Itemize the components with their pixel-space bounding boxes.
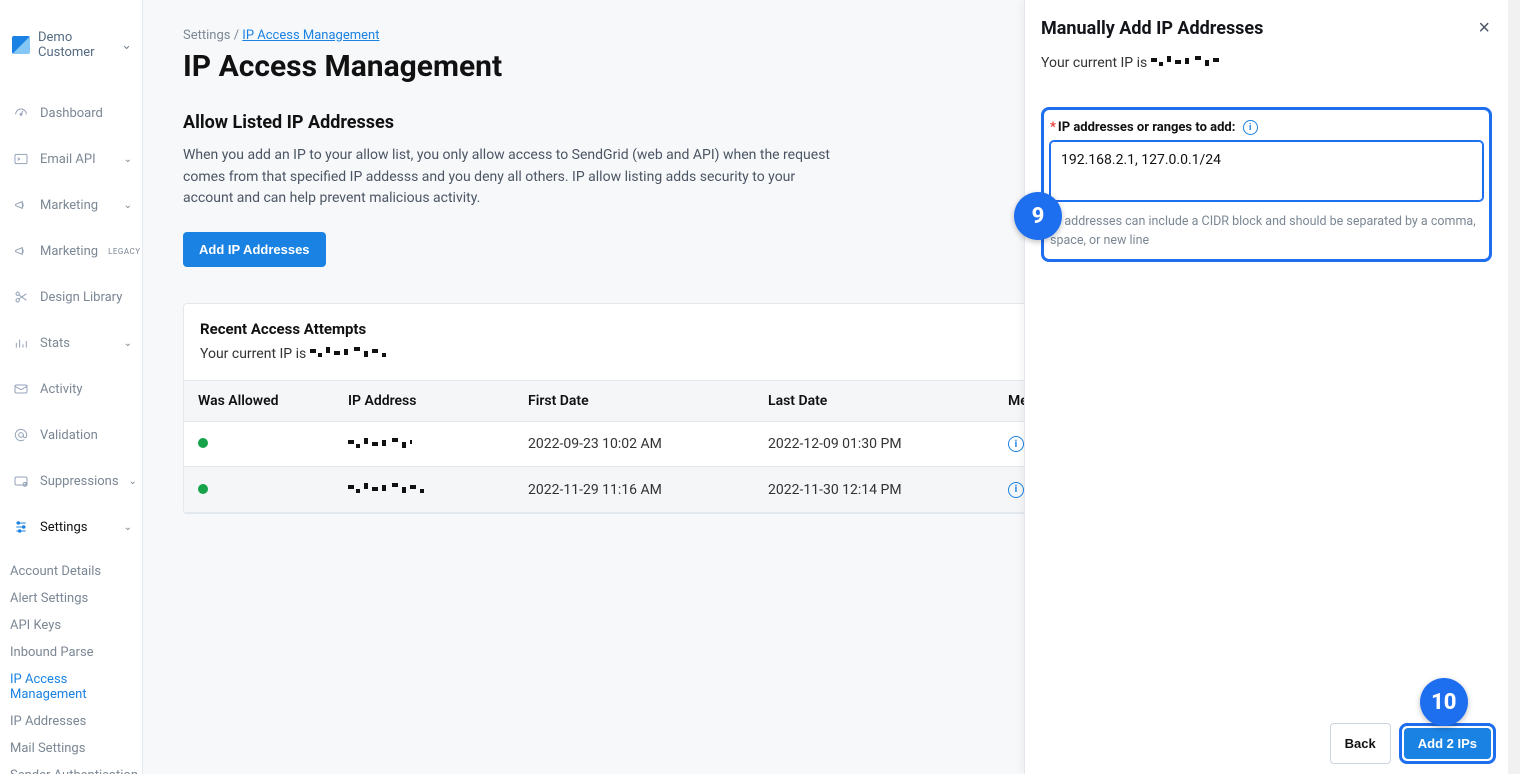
terminal-icon [12, 150, 30, 168]
sidebar-item-label: Activity [40, 382, 83, 397]
ip-input-label: *IP addresses or ranges to add: i [1050, 120, 1483, 135]
redacted-ip-icon [1151, 56, 1223, 70]
scissors-icon [12, 288, 30, 306]
sidebar-item-label: Suppressions [40, 474, 119, 489]
chevron-down-icon: ⌄ [124, 522, 132, 533]
sidebar-item-label: Validation [40, 428, 98, 443]
sidebar-item-label: Stats [40, 336, 70, 351]
sub-link-mail-settings[interactable]: Mail Settings [10, 735, 142, 762]
chevron-down-icon: ⌄ [121, 38, 132, 53]
sub-link-sender-authentication[interactable]: Sender Authentication [10, 762, 142, 774]
panel-current-ip: Your current IP is [1041, 55, 1492, 71]
cell-first-date: 2022-11-29 11:16 AM [514, 467, 754, 512]
sidebar-item-stats[interactable]: Stats ⌄ [0, 320, 142, 366]
sidebar-item-label: Marketing [40, 198, 98, 213]
callout-bubble-10: 10 [1420, 678, 1468, 726]
status-dot-icon [198, 484, 208, 494]
sub-link-api-keys[interactable]: API Keys [10, 612, 142, 639]
sidebar-item-suppressions[interactable]: Suppressions ⌄ [0, 458, 142, 504]
bar-chart-icon [12, 334, 30, 352]
info-icon[interactable]: i [1008, 482, 1024, 498]
org-switcher[interactable]: Demo Customer ⌄ [0, 0, 142, 90]
sidebar-item-label: Design Library [40, 290, 122, 305]
breadcrumb-current-link[interactable]: IP Access Management [242, 28, 379, 43]
mail-block-icon [12, 472, 30, 490]
sliders-icon [12, 518, 30, 536]
sub-link-alert-settings[interactable]: Alert Settings [10, 585, 142, 612]
sidebar-item-settings[interactable]: Settings ⌄ [0, 504, 142, 550]
megaphone-icon [12, 196, 30, 214]
sidebar-item-label: Dashboard [40, 106, 103, 121]
col-last-date: Last Date [754, 381, 994, 422]
legacy-badge: LEGACY [108, 247, 141, 256]
submit-callout-wrap: 10 Add 2 IPs [1399, 723, 1496, 764]
col-ip-address: IP Address [334, 381, 514, 422]
at-sign-icon [12, 426, 30, 444]
chevron-down-icon: ⌄ [124, 338, 132, 349]
panel-title: Manually Add IP Addresses [1041, 18, 1263, 39]
col-was-allowed: Was Allowed [184, 381, 334, 422]
megaphone-icon [12, 242, 30, 260]
sidebar-item-label: Settings [40, 520, 87, 535]
add-ip-addresses-button[interactable]: Add IP Addresses [183, 232, 326, 267]
sub-link-ip-access-management[interactable]: IP Access Management [10, 666, 142, 708]
back-button[interactable]: Back [1330, 723, 1391, 764]
chevron-down-icon: ⌄ [124, 154, 132, 165]
info-icon[interactable]: i [1243, 120, 1258, 135]
cell-last-date: 2022-11-30 12:14 PM [754, 467, 994, 512]
sub-link-inbound-parse[interactable]: Inbound Parse [10, 639, 142, 666]
org-logo-icon [12, 36, 30, 54]
status-dot-icon [198, 438, 208, 448]
cell-first-date: 2022-09-23 10:02 AM [514, 422, 754, 467]
allow-list-description: When you add an IP to your allow list, y… [183, 145, 843, 210]
info-icon[interactable]: i [1008, 436, 1024, 452]
redacted-ip-icon [348, 483, 424, 497]
cell-last-date: 2022-12-09 01:30 PM [754, 422, 994, 467]
add-ip-panel: Manually Add IP Addresses × Your current… [1024, 0, 1508, 774]
sidebar-item-label: Marketing [40, 244, 98, 259]
sidebar-item-activity[interactable]: Activity [0, 366, 142, 412]
add-ips-submit-button[interactable]: Add 2 IPs [1404, 728, 1491, 759]
breadcrumb-root: Settings [183, 28, 230, 43]
sidebar: Demo Customer ⌄ Dashboard Email API ⌄ Ma… [0, 0, 143, 774]
sub-link-account-details[interactable]: Account Details [10, 558, 142, 585]
chevron-down-icon: ⌄ [124, 200, 132, 211]
sidebar-item-email-api[interactable]: Email API ⌄ [0, 136, 142, 182]
sidebar-item-design-library[interactable]: Design Library [0, 274, 142, 320]
sidebar-item-label: Email API [40, 152, 96, 167]
sidebar-item-dashboard[interactable]: Dashboard [0, 90, 142, 136]
gauge-icon [12, 104, 30, 122]
redacted-ip-icon [348, 438, 412, 452]
org-name: Demo Customer [38, 30, 113, 60]
mail-activity-icon [12, 380, 30, 398]
ip-input-hint: IP addresses can include a CIDR block an… [1050, 213, 1483, 251]
settings-submenu: Account Details Alert Settings API Keys … [0, 550, 142, 774]
sidebar-item-marketing-legacy[interactable]: Marketing LEGACY ⌄ [0, 228, 142, 274]
required-asterisk-icon: * [1050, 120, 1056, 135]
ip-addresses-input[interactable] [1050, 141, 1483, 201]
close-icon[interactable]: × [1476, 18, 1492, 38]
sidebar-item-marketing[interactable]: Marketing ⌄ [0, 182, 142, 228]
sub-link-ip-addresses[interactable]: IP Addresses [10, 708, 142, 735]
ip-input-field-group: 9 *IP addresses or ranges to add: i IP a… [1041, 107, 1492, 262]
col-first-date: First Date [514, 381, 754, 422]
chevron-down-icon: ⌄ [129, 476, 137, 487]
sidebar-item-validation[interactable]: Validation [0, 412, 142, 458]
callout-bubble-9: 9 [1014, 192, 1062, 240]
redacted-ip-icon [310, 347, 390, 361]
